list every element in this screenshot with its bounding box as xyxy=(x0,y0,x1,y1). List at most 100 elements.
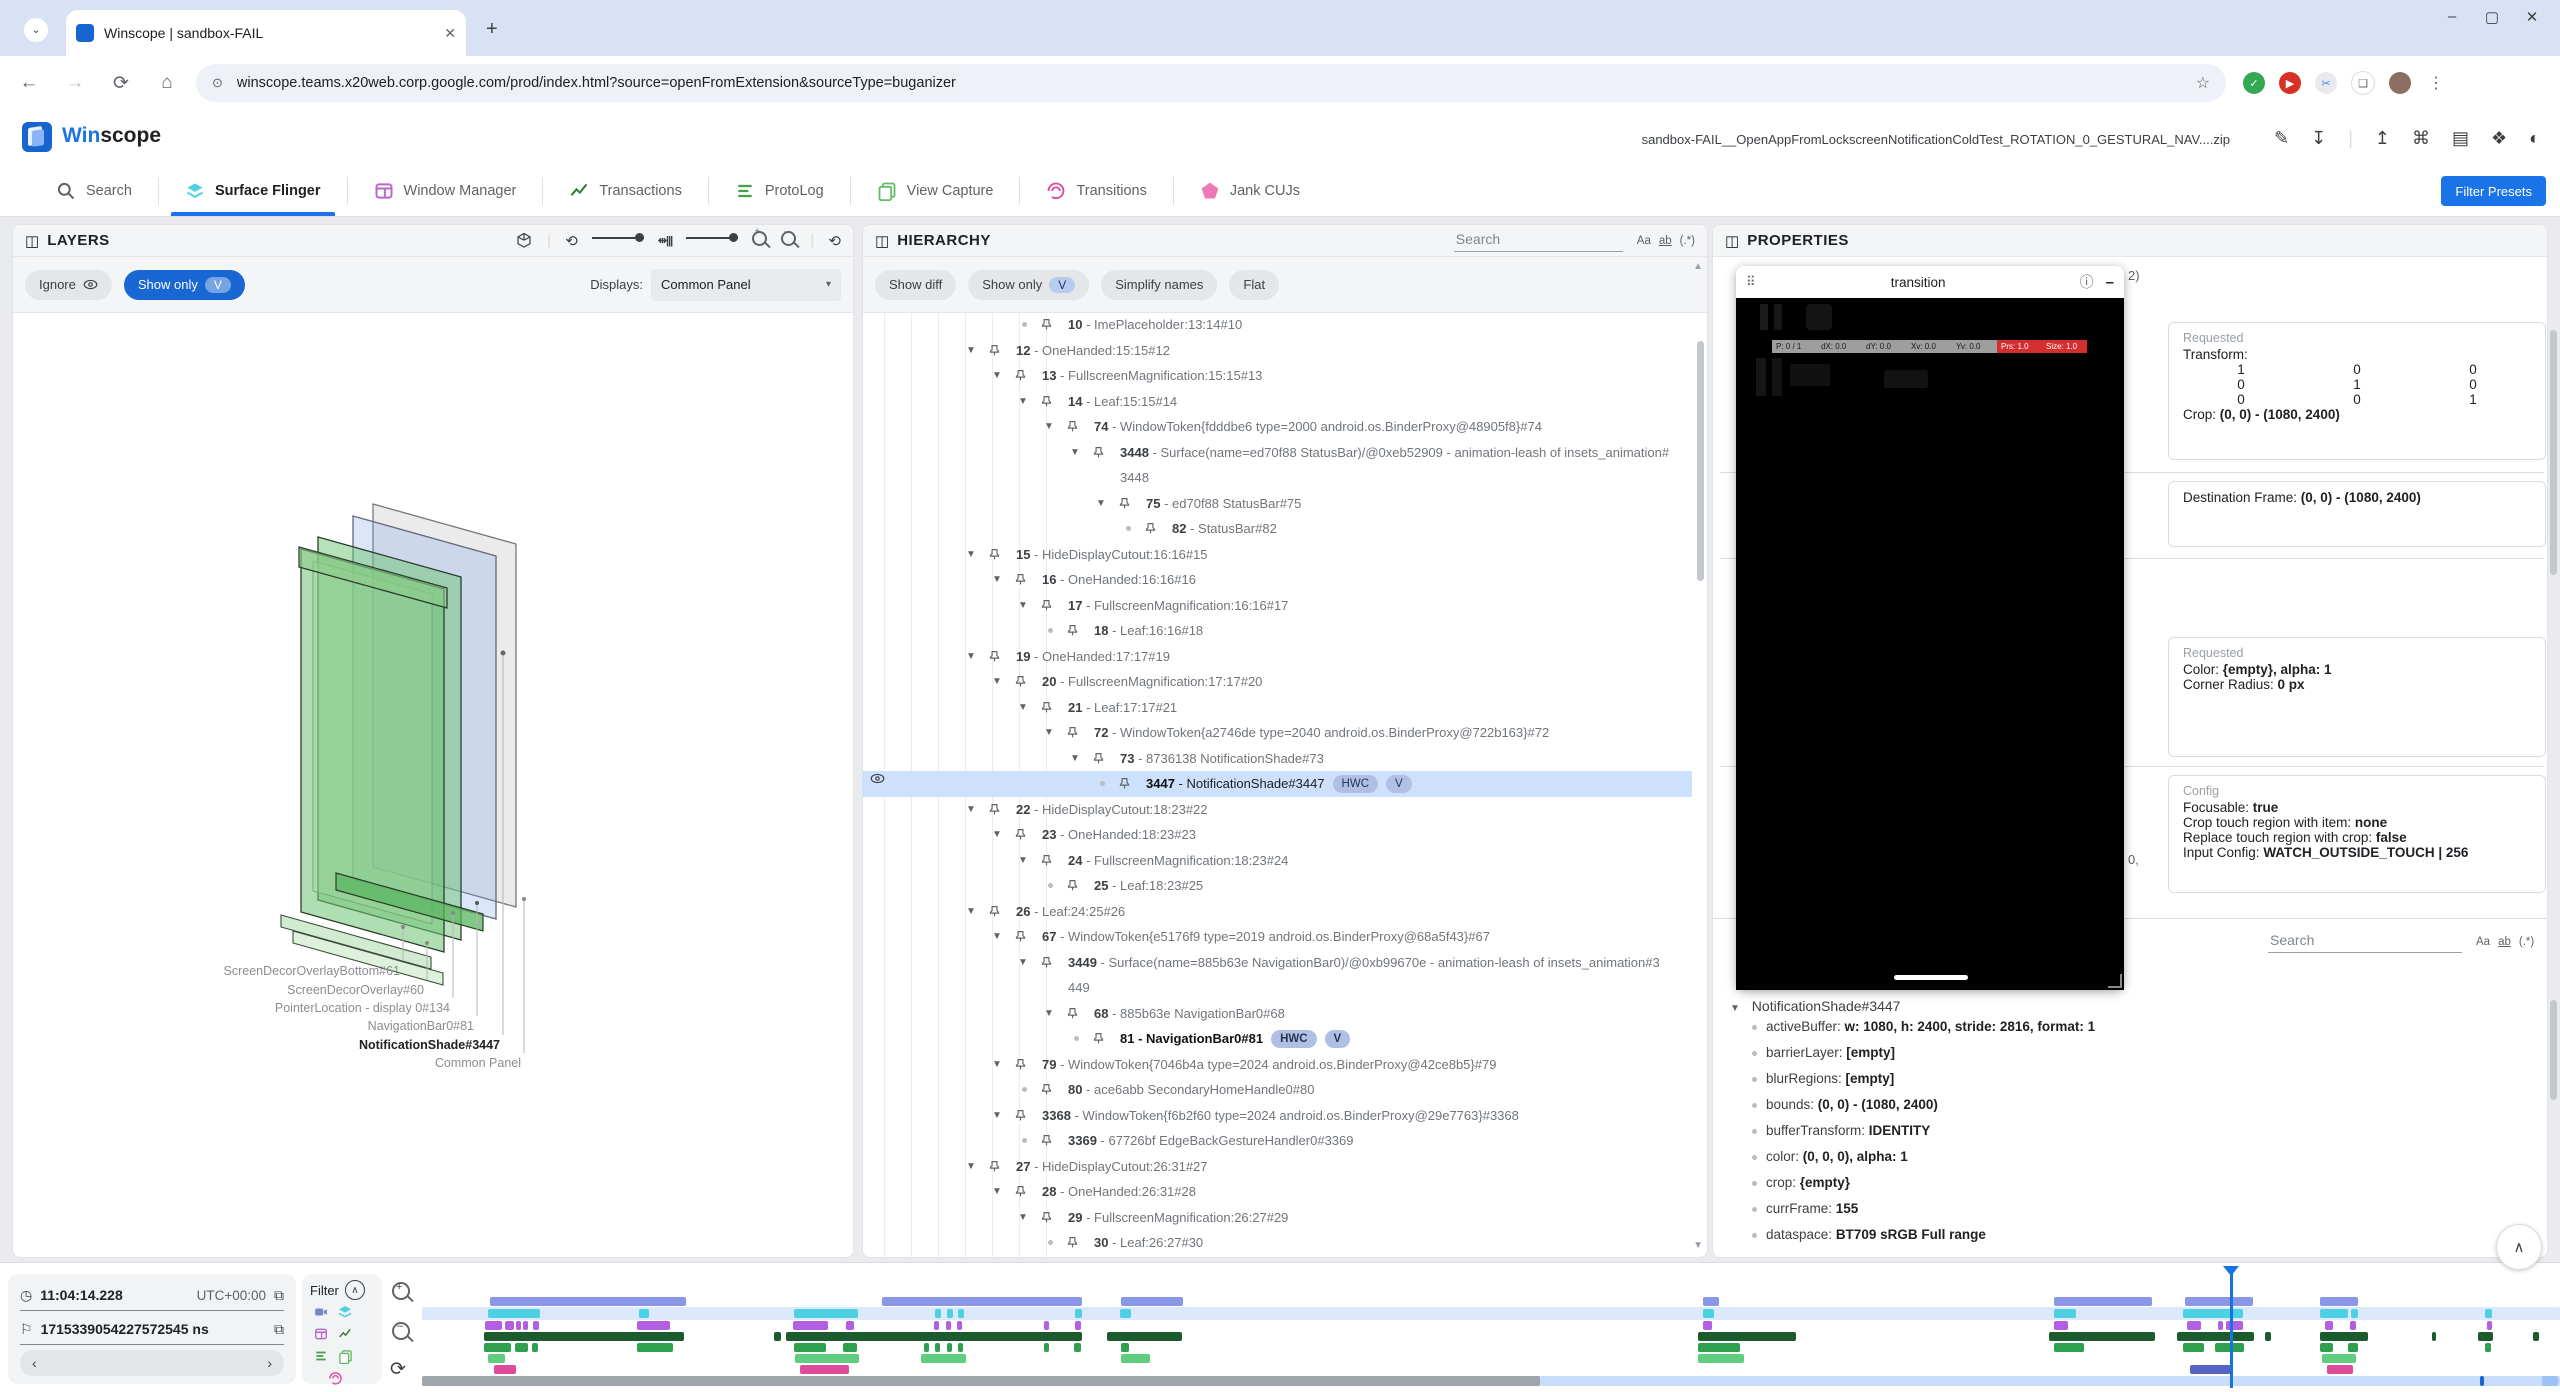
tab-window-manager[interactable]: Window Manager xyxy=(348,166,543,216)
pin-icon[interactable] xyxy=(1092,751,1105,766)
pin-icon[interactable] xyxy=(1014,1184,1027,1199)
tree-node-18[interactable]: 18 - Leaf:16:16#18 xyxy=(862,618,1692,644)
tree-node-3447[interactable]: 3447 - NotificationShade#3447HWCV xyxy=(862,771,1692,797)
pin-icon[interactable] xyxy=(1066,623,1079,638)
view-capture-bar[interactable] xyxy=(2322,1354,2356,1363)
back-icon[interactable]: ← xyxy=(6,72,52,94)
window-manager-bar[interactable] xyxy=(2350,1321,2356,1330)
pin-icon[interactable] xyxy=(988,547,1001,562)
pin-icon[interactable] xyxy=(1014,572,1027,587)
window-manager-bar[interactable] xyxy=(2325,1321,2333,1330)
transitions-bar[interactable] xyxy=(2327,1365,2353,1374)
surface-flinger-bar[interactable] xyxy=(2485,1309,2492,1318)
tree-node-26[interactable]: ▼26 - Leaf:24:25#26 xyxy=(862,899,1692,925)
tree-node-12[interactable]: ▼12 - OneHanded:15:15#12 xyxy=(862,338,1692,364)
property-row[interactable]: blurRegions: [empty] xyxy=(1730,1066,2520,1092)
filter-presets-button[interactable]: Filter Presets xyxy=(2441,176,2546,206)
window-manager-bar[interactable] xyxy=(934,1321,939,1330)
window-manager-bar[interactable] xyxy=(2187,1321,2201,1330)
chip-show-diff[interactable]: Show diff xyxy=(875,270,956,300)
transactions-bar[interactable] xyxy=(1107,1332,1182,1341)
expand-icon[interactable]: ▼ xyxy=(1018,389,1028,415)
tree-node-19[interactable]: ▼19 - OneHanded:17:17#19 xyxy=(862,644,1692,670)
site-settings-icon[interactable]: ⊙ xyxy=(212,75,223,91)
transactions-bar[interactable] xyxy=(2478,1332,2493,1341)
pin-icon[interactable] xyxy=(988,343,1001,358)
twisty-icon[interactable]: ▼ xyxy=(1730,1003,1740,1014)
minimap-position-tick[interactable] xyxy=(2480,1376,2484,1386)
protolog-bar[interactable] xyxy=(947,1343,952,1352)
surface-flinger-bar[interactable] xyxy=(1703,1309,1714,1318)
browser-tab[interactable]: Winscope | sandbox-FAIL ✕ xyxy=(66,10,466,56)
transactions-trace-icon[interactable] xyxy=(336,1326,354,1342)
window-minimize-icon[interactable]: – xyxy=(2432,8,2472,26)
protolog-bar[interactable] xyxy=(484,1343,511,1352)
collapse-panel-icon[interactable]: ◫ xyxy=(1725,232,1739,250)
expand-icon[interactable]: ▼ xyxy=(1018,593,1028,619)
property-row[interactable]: currFrame: 155 xyxy=(1730,1196,2520,1222)
tree-node-15[interactable]: ▼15 - HideDisplayCutout:16:16#15 xyxy=(862,542,1692,568)
transitions-bar[interactable] xyxy=(2190,1365,2231,1374)
expand-icon[interactable]: ▼ xyxy=(992,363,1002,389)
tab-search[interactable]: Search xyxy=(30,166,158,216)
window-manager-bar[interactable] xyxy=(505,1321,514,1330)
tree-node-81[interactable]: 81 - NavigationBar0#81HWCV xyxy=(862,1026,1692,1052)
hierarchy-search-input[interactable]: Search xyxy=(1454,229,1623,252)
pin-icon[interactable] xyxy=(1040,598,1053,613)
browser-menu-icon[interactable]: ⋮ xyxy=(2428,73,2444,93)
ignore-chip[interactable]: Ignore xyxy=(25,270,112,300)
pin-icon[interactable] xyxy=(1014,1108,1027,1123)
expand-icon[interactable]: ▼ xyxy=(1044,414,1054,440)
expand-icon[interactable]: ▼ xyxy=(1096,491,1106,517)
tree-node-23[interactable]: ▼23 - OneHanded:18:23#23 xyxy=(862,822,1692,848)
transactions-bar[interactable] xyxy=(786,1332,1082,1341)
pin-icon[interactable] xyxy=(1066,1006,1079,1021)
show-only-chip-layers[interactable]: Show only V xyxy=(124,270,245,300)
view-capture-bar[interactable] xyxy=(921,1354,966,1363)
tab-view-capture[interactable]: View Capture xyxy=(851,166,1020,216)
view-capture-bar[interactable] xyxy=(1698,1354,1744,1363)
pin-icon[interactable] xyxy=(1040,700,1053,715)
surface-flinger-bar[interactable] xyxy=(2351,1309,2358,1318)
window-manager-bar[interactable] xyxy=(2226,1321,2243,1330)
tree-node-30[interactable]: 30 - Leaf:26:27#30 xyxy=(862,1230,1692,1256)
tree-node-72[interactable]: ▼72 - WindowToken{a2746de type=2040 andr… xyxy=(862,720,1692,746)
expand-icon[interactable]: ▼ xyxy=(1044,720,1054,746)
expand-icon[interactable]: ▼ xyxy=(1044,1001,1054,1027)
window-manager-bar[interactable] xyxy=(1075,1321,1081,1330)
window-manager-bar[interactable] xyxy=(2054,1321,2068,1330)
window-manager-trace-icon[interactable] xyxy=(312,1326,330,1342)
property-row[interactable]: color: (0, 0, 0), alpha: 1 xyxy=(1730,1144,2520,1170)
property-row[interactable]: dataspace: BT709 sRGB Full range xyxy=(1730,1222,2520,1248)
tree-node-24[interactable]: ▼24 - FullscreenMagnification:18:23#24 xyxy=(862,848,1692,874)
tree-node-75[interactable]: ▼75 - ed70f88 StatusBar#75 xyxy=(862,491,1692,517)
extensions-puzzle-icon[interactable]: ❑ xyxy=(2351,71,2375,95)
timeline-zoom-out[interactable]: – xyxy=(392,1322,410,1345)
expand-icon[interactable]: ▼ xyxy=(992,924,1002,950)
resize-handle[interactable] xyxy=(2108,974,2122,988)
layer-label[interactable]: ScreenDecorOverlay#60 xyxy=(287,983,424,997)
tree-node-22[interactable]: ▼22 - HideDisplayCutout:18:23#22 xyxy=(862,797,1692,823)
tab-surface-flinger[interactable]: Surface Flinger xyxy=(159,166,347,216)
pin-icon[interactable] xyxy=(988,1159,1001,1174)
tree-node-21[interactable]: ▼21 - Leaf:17:17#21 xyxy=(862,695,1692,721)
reload-icon[interactable]: ⟳ xyxy=(98,72,144,95)
tree-node-68[interactable]: ▼68 - 885b63e NavigationBar0#68 xyxy=(862,1001,1692,1027)
home-icon[interactable]: ⌂ xyxy=(144,72,190,94)
chip-show-only[interactable]: Show onlyV xyxy=(968,270,1089,300)
scroll-to-top-fab[interactable]: ∧ xyxy=(2496,1224,2542,1270)
pin-icon[interactable] xyxy=(1040,1210,1053,1225)
property-row[interactable]: crop: {empty} xyxy=(1730,1170,2520,1196)
transactions-bar[interactable] xyxy=(2177,1332,2254,1341)
view-capture-bar[interactable] xyxy=(488,1354,505,1363)
timeline-zoom-in[interactable]: + xyxy=(392,1282,410,1305)
tab-transitions[interactable]: Transitions xyxy=(1020,166,1172,216)
pin-icon[interactable] xyxy=(1040,317,1053,332)
spacing-slider[interactable] xyxy=(686,237,738,239)
tab-transactions[interactable]: Transactions xyxy=(543,166,707,216)
search-match-options[interactable]: Aa ab (.*) xyxy=(2476,936,2534,948)
screen-recording-bar[interactable] xyxy=(2054,1297,2152,1306)
protolog-bar[interactable] xyxy=(2485,1343,2491,1352)
transitions-bar[interactable] xyxy=(494,1365,516,1374)
copy-icon[interactable]: ⧉ xyxy=(274,1287,284,1304)
